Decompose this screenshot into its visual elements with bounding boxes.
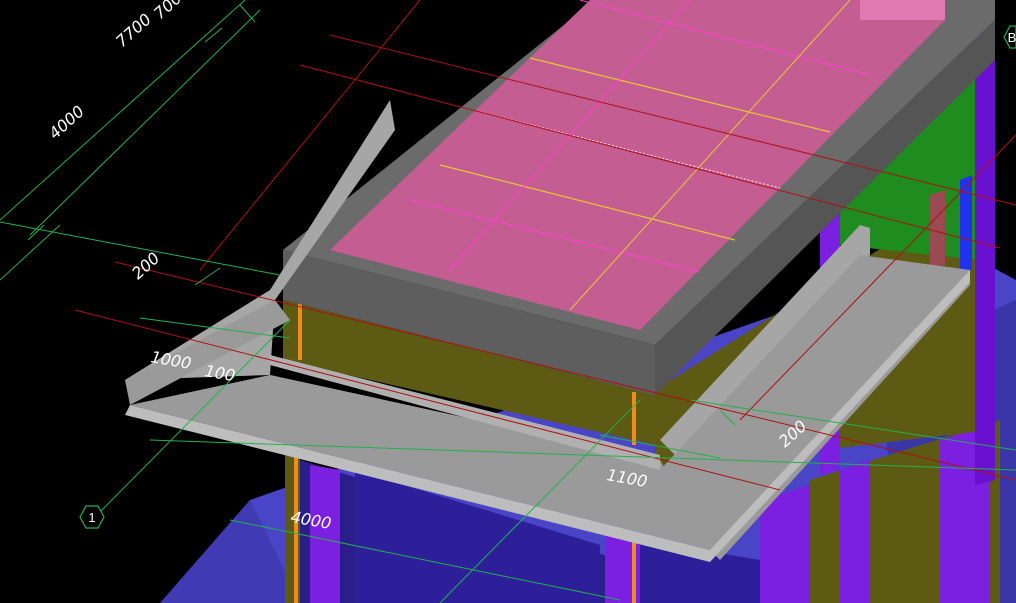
axis-marker-top-right-label: B: [1008, 30, 1016, 45]
axis-marker-1-label: 1: [88, 510, 95, 525]
axis-marker-1[interactable]: 1: [79, 505, 105, 529]
3d-model-viewport[interactable]: 7700 700 4000 200 1000 100 1100 200 4000…: [0, 0, 1016, 603]
